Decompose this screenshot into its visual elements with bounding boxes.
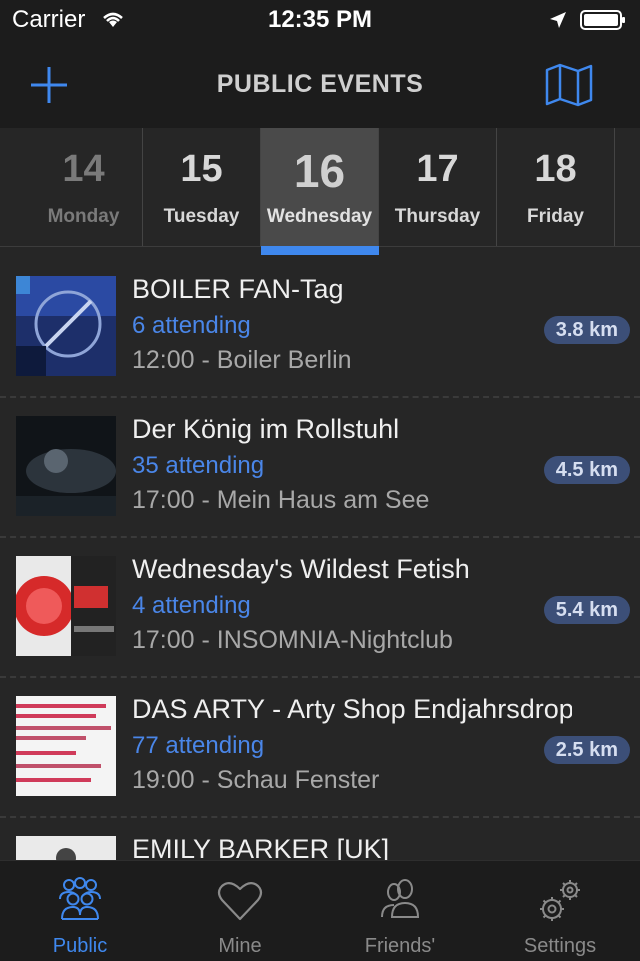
clock: 12:35 PM — [267, 6, 373, 33]
event-title: Wednesday's Wildest Fetish — [132, 554, 470, 584]
event-list: BOILER FAN-Tag 6 attending 12:00 - Boile… — [0, 256, 640, 860]
event-row[interactable]: DAS ARTY - Arty Shop Endjahrsdrop 2... 7… — [0, 676, 640, 818]
date-selector: 14 Monday 15 Tuesday 16 Wednesday 17 Thu… — [0, 128, 640, 247]
date-weekday: Friday — [526, 206, 585, 227]
event-row[interactable]: EMILY BARKER [UK] — [0, 816, 640, 860]
attending-count: 4 attending — [132, 592, 251, 619]
distance-badge: 4.5 km — [543, 456, 630, 484]
event-row[interactable]: BOILER FAN-Tag 6 attending 12:00 - Boile… — [0, 256, 640, 398]
event-thumbnail — [16, 836, 116, 860]
attending-count: 6 attending — [132, 312, 251, 339]
status-bar: Carrier 12:35 PM — [0, 0, 640, 40]
heart-icon — [217, 882, 263, 921]
date-number: 15 — [180, 148, 223, 190]
event-row[interactable]: Wednesday's Wildest Fetish 4 attending 1… — [0, 536, 640, 678]
distance-badge: 5.4 km — [543, 596, 630, 624]
tab-label: Settings — [523, 935, 597, 957]
date-number: 18 — [534, 148, 577, 190]
event-thumbnail — [16, 276, 116, 376]
event-time-venue: 19:00 - Schau Fenster — [132, 766, 380, 794]
distance-badge: 2.5 km — [543, 736, 630, 764]
date-number: 17 — [416, 148, 459, 190]
attending-count: 77 attending — [132, 732, 265, 759]
tab-label: Friends' — [364, 935, 436, 957]
map-icon[interactable] — [544, 62, 594, 108]
date-item-17[interactable]: 17 Thursday — [379, 128, 497, 246]
group-icon — [59, 877, 101, 920]
date-item-15[interactable]: 15 Tuesday — [143, 128, 261, 246]
tab-friends[interactable]: Friends' — [320, 861, 480, 961]
event-thumbnail — [16, 696, 116, 796]
tab-bar: Public Mine Friends' Settings — [0, 860, 640, 961]
tab-settings[interactable]: Settings — [480, 861, 640, 961]
date-weekday: Tuesday — [163, 206, 240, 227]
location-arrow-icon — [550, 12, 566, 28]
distance-badge: 3.8 km — [543, 316, 630, 344]
date-weekday: Wednesday — [266, 206, 373, 227]
event-time-venue: 17:00 - INSOMNIA-Nightclub — [132, 626, 453, 654]
event-title: DAS ARTY - Arty Shop Endjahrsdrop 2... — [132, 694, 572, 724]
friends-icon — [381, 879, 420, 918]
date-item-14[interactable]: 14 Monday — [25, 128, 143, 246]
event-title: Der König im Rollstuhl — [132, 414, 400, 444]
event-time-venue: 12:00 - Boiler Berlin — [132, 346, 352, 374]
tab-label: Public — [52, 935, 108, 957]
selected-date-indicator — [261, 246, 379, 255]
gears-icon — [540, 880, 580, 921]
attending-count: 35 attending — [132, 452, 265, 479]
event-thumbnail — [16, 416, 116, 516]
event-title: EMILY BARKER [UK] — [132, 834, 390, 860]
event-thumbnail — [16, 556, 116, 656]
tab-label: Mine — [218, 935, 262, 957]
date-item-16[interactable]: 16 Wednesday — [261, 128, 379, 246]
date-number: 14 — [62, 148, 105, 190]
navigation-bar: PUBLIC EVENTS — [0, 40, 640, 128]
battery-icon — [580, 10, 625, 30]
event-row[interactable]: Der König im Rollstuhl 35 attending 17:0… — [0, 396, 640, 538]
date-weekday: Monday — [47, 206, 120, 227]
event-title: BOILER FAN-Tag — [132, 274, 344, 304]
event-time-venue: 17:00 - Mein Haus am See — [132, 486, 430, 514]
date-weekday: Thursday — [394, 206, 481, 227]
date-number: 16 — [293, 145, 346, 197]
tab-public[interactable]: Public — [0, 861, 160, 961]
tab-mine[interactable]: Mine — [160, 861, 320, 961]
date-item-18[interactable]: 18 Friday — [497, 128, 615, 246]
